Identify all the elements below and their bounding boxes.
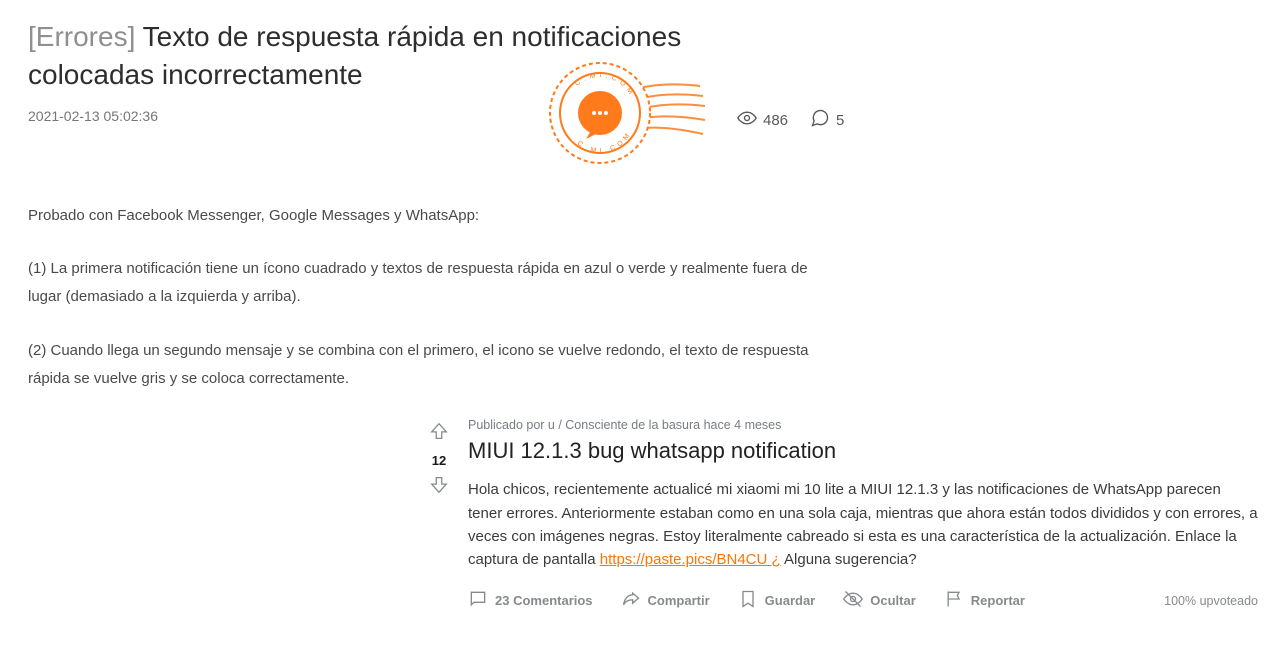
share-icon bbox=[621, 589, 641, 612]
vote-column: 12 bbox=[428, 418, 450, 612]
views-stat: 486 bbox=[737, 108, 788, 132]
post-title: [Errores] Texto de respuesta rápida en n… bbox=[28, 18, 808, 94]
comment-icon bbox=[810, 108, 830, 132]
embedded-post-card: 12 Publicado por u / Consciente de la ba… bbox=[428, 418, 1258, 612]
action-label: Reportar bbox=[971, 593, 1025, 608]
hide-button[interactable]: Ocultar bbox=[843, 589, 916, 612]
card-body-link[interactable]: https://paste.pics/BN4CU ¿ bbox=[600, 551, 781, 568]
downvote-icon[interactable] bbox=[428, 474, 450, 501]
card-body-text-after: Alguna sugerencia? bbox=[781, 551, 917, 568]
eye-off-icon bbox=[843, 589, 863, 612]
comments-stat: 5 bbox=[810, 108, 844, 132]
action-label: Compartir bbox=[648, 593, 710, 608]
post-paragraph: (2) Cuando llega un segundo mensaje y se… bbox=[28, 337, 838, 393]
svg-text:C . M I . C O M: C . M I . C O M bbox=[576, 132, 632, 155]
card-title[interactable]: MIUI 12.1.3 bug whatsapp notification bbox=[468, 438, 1258, 464]
speech-bubble-icon bbox=[468, 589, 488, 612]
flag-icon bbox=[944, 589, 964, 612]
upvote-percentage: 100% upvoteado bbox=[1164, 594, 1258, 608]
comments-count: 5 bbox=[836, 112, 844, 129]
views-count: 486 bbox=[763, 112, 788, 129]
vote-score: 12 bbox=[432, 453, 446, 468]
action-label: Ocultar bbox=[870, 593, 916, 608]
bookmark-icon bbox=[738, 589, 758, 612]
share-button[interactable]: Compartir bbox=[621, 589, 710, 612]
card-byline: Publicado por u / Consciente de la basur… bbox=[468, 418, 1258, 432]
post-category-tag: [Errores] bbox=[28, 21, 135, 52]
upvote-icon[interactable] bbox=[428, 420, 450, 447]
card-actions: 23 Comentarios Compartir Guardar Ocultar bbox=[468, 589, 1258, 612]
post-paragraph: Probado con Facebook Messenger, Google M… bbox=[28, 202, 838, 230]
post-paragraph: (1) La primera notificación tiene un íco… bbox=[28, 255, 838, 311]
card-body: Hola chicos, recientemente actualicé mi … bbox=[468, 478, 1258, 571]
post-timestamp: 2021-02-13 05:02:36 bbox=[28, 108, 158, 124]
action-label: 23 Comentarios bbox=[495, 593, 593, 608]
report-button[interactable]: Reportar bbox=[944, 589, 1025, 612]
save-button[interactable]: Guardar bbox=[738, 589, 816, 612]
comments-button[interactable]: 23 Comentarios bbox=[468, 589, 593, 612]
action-label: Guardar bbox=[765, 593, 816, 608]
post-body: Probado con Facebook Messenger, Google M… bbox=[28, 202, 838, 393]
eye-icon bbox=[737, 108, 757, 132]
